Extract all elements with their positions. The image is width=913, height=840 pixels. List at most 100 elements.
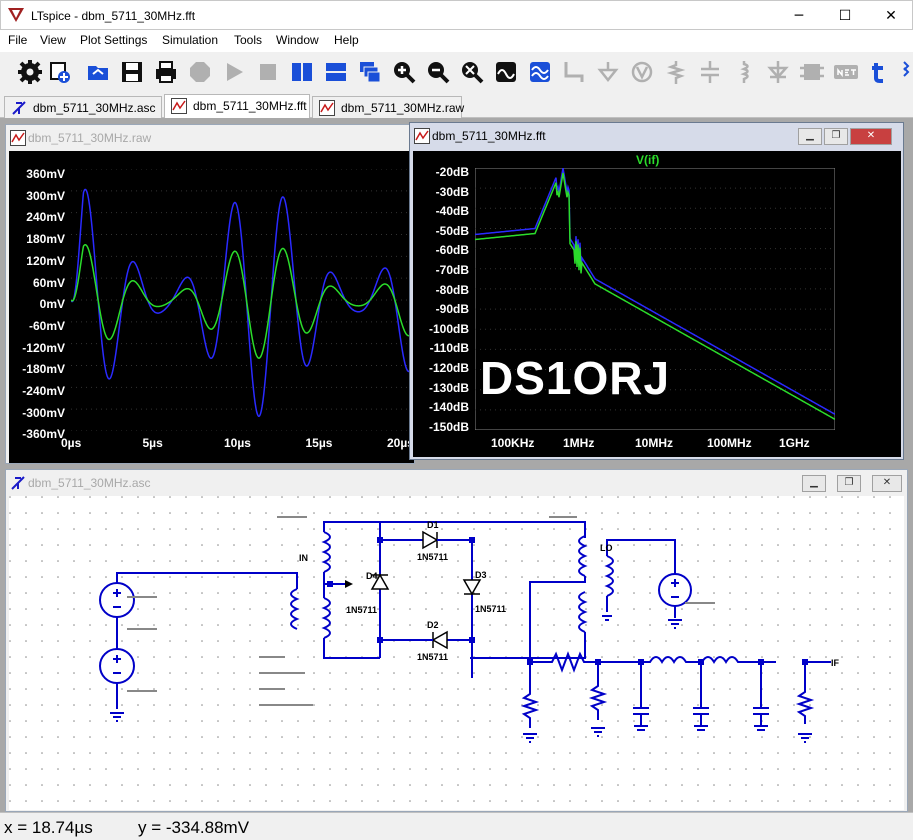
schematic-icon (11, 476, 25, 490)
menu-plot-settings[interactable]: Plot Settings (80, 33, 147, 47)
fft-y-tick-label: -150dB (428, 419, 469, 434)
fft-y-tick-label: -60dB (435, 243, 469, 258)
trace-label-vif[interactable]: V(if) (636, 153, 659, 167)
halt-icon[interactable] (188, 60, 212, 84)
raw-y-tick-label: 240mV (26, 210, 65, 225)
status-bar: x = 18.74µs y = -334.88mV (0, 812, 913, 840)
schematic-minimize-button[interactable]: ▁ (802, 475, 826, 492)
raw-plot-area[interactable]: 360mV 300mV 240mV 180mV 120mV 60mV 0mV -60mV -12… (9, 151, 414, 463)
inductor-icon[interactable] (732, 60, 756, 84)
raw-y-tick-label: -300mV (22, 405, 65, 420)
text-icon[interactable] (868, 60, 892, 84)
fft-plot-area[interactable]: -20dB -30dB -40dB -50dB -60dB -70dB -80dB -90dB… (413, 151, 901, 457)
tab-schematic[interactable]: dbm_5711_30MHz.asc (4, 96, 162, 118)
cursor-x-readout: x = 18.74µs (4, 818, 93, 837)
menu-view[interactable]: View (40, 33, 66, 47)
fft-y-tick-label: -70dB (435, 263, 469, 277)
fft-y-tick-label: -120dB (428, 361, 469, 375)
fft-restore-button[interactable]: ❐ (824, 128, 848, 145)
cursor-y-readout: y = -334.88mV (138, 818, 250, 837)
diode-part-d2: 1N5711 (417, 652, 448, 662)
autorange-icon[interactable] (494, 60, 518, 84)
raw-waveform-plot[interactable] (71, 169, 411, 431)
schematic-window-titlebar[interactable]: dbm_5711_30MHz.asc ▁ ❐ ✕ (6, 470, 907, 496)
fft-x-tick-label: 1MHz (563, 436, 595, 450)
schematic-restore-button[interactable]: ❐ (837, 475, 861, 492)
raw-y-tick-label: 180mV (26, 232, 65, 247)
spice-directive-icon[interactable] (834, 60, 858, 84)
raw-x-tick-label: 10µs (224, 436, 251, 450)
menu-simulation[interactable]: Simulation (162, 33, 218, 47)
save-icon[interactable] (120, 60, 144, 84)
raw-plot-window: dbm_5711_30MHz.raw 360mV 300mV 240mV 180mV 1… (5, 124, 415, 464)
raw-y-tick-label: 0mV (39, 297, 65, 312)
fft-close-button[interactable]: ✕ (850, 128, 892, 145)
ground-icon[interactable] (596, 60, 620, 84)
stop-icon[interactable] (256, 60, 280, 84)
document-tab-bar: dbm_5711_30MHz.asc dbm_5711_30MHz.fft db… (0, 94, 913, 118)
tab-raw[interactable]: dbm_5711_30MHz.raw (312, 96, 465, 118)
label-net-icon[interactable] (630, 60, 654, 84)
raw-x-tick-label: 0µs (61, 436, 82, 450)
component-icon[interactable] (800, 60, 824, 84)
close-button[interactable]: ✕ (868, 1, 913, 31)
waveform-icon (414, 128, 430, 144)
print-icon[interactable] (154, 60, 178, 84)
raw-y-tick-label: 300mV (26, 188, 65, 203)
fft-y-tick-label: -40dB (435, 204, 469, 219)
net-label-if[interactable]: IF (831, 658, 840, 668)
wire-icon[interactable] (562, 60, 586, 84)
raw-y-tick-label: -180mV (22, 362, 65, 377)
fft-y-tick-label: -30dB (435, 184, 469, 199)
run-icon[interactable] (222, 60, 246, 84)
fft-y-tick-label: -50dB (435, 223, 469, 238)
net-label-in[interactable]: IN (299, 553, 308, 563)
zoom-fit-icon[interactable] (460, 60, 484, 84)
fft-y-tick-label: -20dB (435, 165, 469, 179)
menu-help[interactable]: Help (334, 33, 359, 47)
raw-window-titlebar[interactable]: dbm_5711_30MHz.raw (6, 125, 414, 151)
tile-vertical-icon[interactable] (290, 60, 314, 84)
raw-y-tick-label: -240mV (22, 384, 65, 398)
title-bar: LTspice - dbm_5711_30MHz.fft ─ ☐ ✕ (0, 0, 913, 30)
fft-window-titlebar[interactable]: dbm_5711_30MHz.fft ▁ ❐ ✕ (410, 123, 903, 149)
maximize-button[interactable]: ☐ (822, 1, 868, 31)
pick-traces-icon[interactable] (528, 60, 552, 84)
schematic-canvas[interactable]: IN LO IF D1 1N5711 D2 1N5711 D3 1N5711 D… (9, 496, 904, 810)
waveform-icon (10, 130, 26, 146)
net-label-lo[interactable]: LO (600, 543, 613, 553)
menu-file[interactable]: File (8, 33, 27, 47)
open-folder-icon[interactable] (86, 60, 110, 84)
ltspice-logo-icon (8, 8, 24, 22)
minimize-button[interactable]: ─ (776, 1, 822, 31)
capacitor-icon[interactable] (698, 60, 722, 84)
resistor-icon[interactable] (664, 60, 688, 84)
zoom-out-icon[interactable] (426, 60, 450, 84)
diode-label-d3[interactable]: D3 (475, 570, 487, 580)
fft-y-tick-label: -80dB (435, 282, 469, 297)
tab-label: dbm_5711_30MHz.raw (341, 101, 465, 115)
fft-y-tick-label: -130dB (428, 380, 469, 395)
watermark-callsign: DS1ORJ (480, 352, 671, 404)
toolbar-overflow-icon[interactable] (902, 60, 913, 84)
diode-part-d1: 1N5711 (417, 552, 448, 562)
diode-label-d4[interactable]: D4 (366, 571, 378, 581)
fft-x-tick-label: 10MHz (635, 436, 674, 450)
raw-y-tick-label: 360mV (26, 167, 65, 181)
tile-horizontal-icon[interactable] (324, 60, 348, 84)
cascade-icon[interactable] (358, 60, 382, 84)
fft-minimize-button[interactable]: ▁ (798, 128, 822, 145)
new-schematic-icon[interactable] (48, 60, 72, 84)
zoom-in-icon[interactable] (392, 60, 416, 84)
fft-y-tick-label: -140dB (428, 400, 469, 415)
diode-label-d2[interactable]: D2 (427, 620, 439, 630)
menu-tools[interactable]: Tools (234, 33, 262, 47)
fft-plot-window: dbm_5711_30MHz.fft ▁ ❐ ✕ -20dB -30dB -40dB… (409, 122, 904, 460)
settings-gear-icon[interactable] (18, 60, 42, 84)
tab-fft[interactable]: dbm_5711_30MHz.fft (164, 94, 310, 118)
menu-window[interactable]: Window (276, 33, 319, 47)
fft-y-tick-label: -110dB (429, 341, 469, 356)
schematic-close-button[interactable]: ✕ (872, 475, 902, 492)
diode-label-d1[interactable]: D1 (427, 520, 439, 530)
diode-icon[interactable] (766, 60, 790, 84)
